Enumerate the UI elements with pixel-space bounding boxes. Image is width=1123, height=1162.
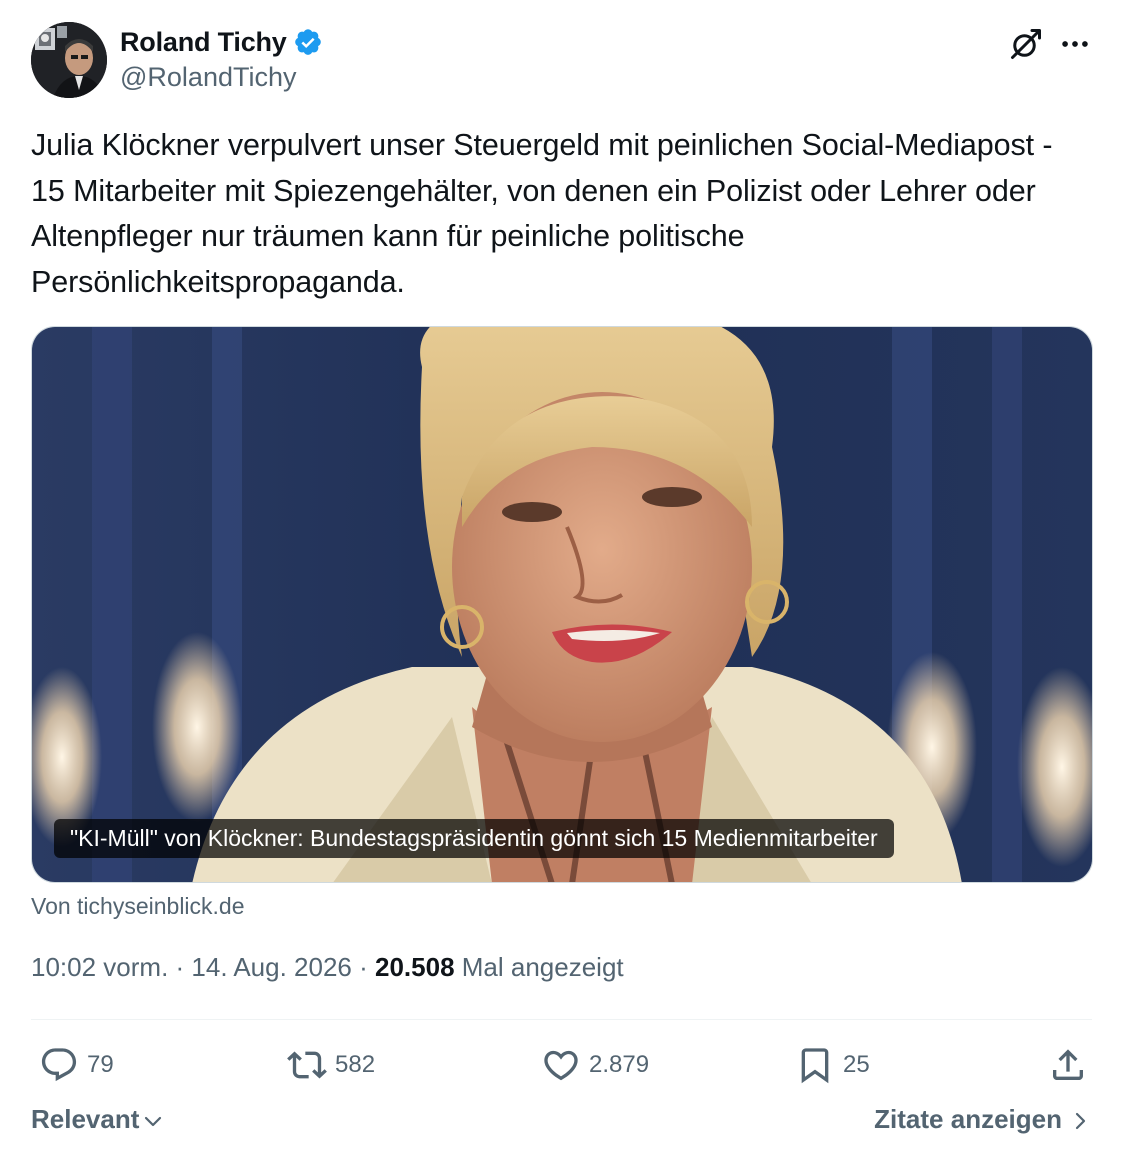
quotes-label: Zitate anzeigen — [874, 1104, 1062, 1134]
heart-icon — [544, 1050, 578, 1081]
sort-dropdown[interactable]: Relevant — [31, 1104, 165, 1135]
meta-separator: · — [351, 952, 375, 982]
reply-footer: Relevant Zitate anzeigen — [31, 1104, 1092, 1144]
handle[interactable]: @RolandTichy — [120, 62, 323, 93]
tweet-header: Roland Tichy @RolandTichy — [31, 22, 1092, 100]
chevron-down-icon — [145, 1116, 162, 1126]
views-label: Mal angezeigt — [454, 952, 624, 982]
meta-separator: · — [168, 952, 192, 982]
bookmark-icon — [801, 1048, 829, 1084]
grok-icon[interactable] — [1008, 26, 1044, 62]
repost-button[interactable]: 582 — [287, 1040, 375, 1090]
tweet-meta: 10:02 vorm. · 14. Aug. 2026 · 20.508 Mal… — [31, 952, 624, 983]
like-button[interactable]: 2.879 — [541, 1040, 649, 1090]
verified-badge-icon — [294, 29, 321, 55]
card-image — [32, 327, 1092, 882]
avatar[interactable] — [31, 22, 107, 98]
share-icon — [1053, 1049, 1083, 1080]
like-count: 2.879 — [589, 1051, 650, 1078]
views-count: 20.508 — [375, 952, 455, 982]
tweet-date[interactable]: 14. Aug. 2026 — [191, 952, 351, 982]
reply-count: 79 — [87, 1051, 114, 1078]
link-card[interactable]: "KI-Müll" von Klöckner: Bundestagspräsid… — [31, 326, 1093, 883]
card-source[interactable]: Von tichyseinblick.de — [31, 893, 245, 920]
card-caption: "KI-Müll" von Klöckner: Bundestagspräsid… — [54, 819, 894, 858]
divider — [31, 1019, 1092, 1020]
reply-icon — [41, 1048, 77, 1082]
tweet-time[interactable]: 10:02 vorm. — [31, 952, 168, 982]
tweet-text: Julia Klöckner verpulvert unser Steuerge… — [31, 128, 1053, 299]
view-quotes-link[interactable]: Zitate anzeigen — [874, 1104, 1092, 1135]
chevron-right-icon — [1075, 1112, 1086, 1129]
action-bar: 79 582 2.879 25 — [31, 1040, 1092, 1090]
more-icon[interactable] — [1058, 26, 1092, 62]
repost-icon — [287, 1051, 327, 1079]
display-name[interactable]: Roland Tichy — [120, 27, 287, 58]
repost-count: 582 — [335, 1051, 376, 1078]
author-block: Roland Tichy @RolandTichy — [120, 24, 323, 93]
sort-label: Relevant — [31, 1104, 140, 1134]
bookmark-count: 25 — [843, 1051, 870, 1078]
bookmark-button[interactable]: 25 — [795, 1040, 870, 1090]
share-button[interactable] — [1048, 1040, 1088, 1090]
reply-button[interactable]: 79 — [39, 1040, 114, 1090]
